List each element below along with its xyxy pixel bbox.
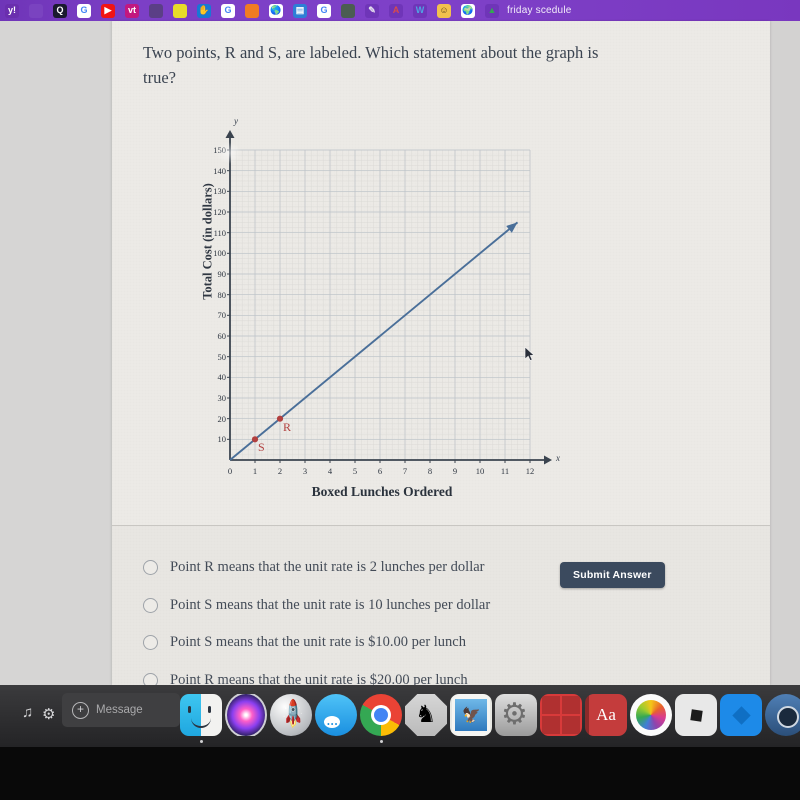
x-tick-11: 11: [500, 466, 510, 476]
y-tick-80: 80: [217, 289, 227, 300]
roblox-icon[interactable]: [675, 694, 717, 736]
y-tick-140: 140: [213, 165, 226, 176]
plot-area: [225, 130, 552, 465]
yahoo-favicon[interactable]: y!: [5, 3, 19, 18]
gear-icon[interactable]: ⚙: [42, 705, 55, 724]
message-placeholder: Message: [96, 704, 143, 716]
answer-options-panel: Point R means that the unit rate is 2 lu…: [112, 525, 770, 688]
coordinate-graph: Total Cost (in dollars) Boxed Lunches Or…: [172, 116, 672, 516]
y-tick-50: 50: [217, 351, 227, 362]
answer-option[interactable]: Point R means that the unit rate is 2 lu…: [143, 559, 485, 576]
x-tick-7: 7: [402, 466, 408, 476]
answer-option[interactable]: Point S means that the unit rate is 10 l…: [143, 597, 490, 614]
globe-favicon[interactable]: 🌎: [269, 3, 283, 18]
y-tick-10: 10: [217, 434, 227, 445]
pencil-favicon[interactable]: ✎: [365, 3, 379, 18]
x-tick-5: 5: [352, 466, 358, 476]
launchpad-icon[interactable]: 🚀: [270, 694, 312, 736]
submit-answer-button[interactable]: Submit Answer: [560, 562, 665, 588]
blue-diamond-app-icon[interactable]: [720, 694, 762, 736]
chess-icon[interactable]: ♞: [405, 694, 447, 736]
y-tick-30: 30: [217, 393, 227, 403]
headphones-icon[interactable]: ♫: [22, 705, 33, 722]
x-tick-8: 8: [427, 466, 433, 476]
answer-option-label: Point R means that the unit rate is 2 lu…: [170, 559, 485, 575]
swirl-favicon[interactable]: [341, 3, 355, 18]
screen: y! Q G ▶ vt ✋ G 🌎 ▤ G ✎ A W ☺ 🌍 ▲ friday scedule Two po…: [0, 0, 800, 800]
camera-app-icon[interactable]: [765, 694, 800, 736]
google-favicon-3[interactable]: G: [317, 3, 331, 18]
chrome-icon[interactable]: [360, 694, 402, 736]
dock-running-indicator: [200, 740, 203, 743]
blank-favicon[interactable]: [29, 3, 43, 18]
y-tick-150: 150: [213, 145, 226, 155]
y-tick-90: 90: [217, 269, 227, 279]
x-tick-9: 9: [452, 466, 458, 476]
photo-booth-icon[interactable]: [540, 694, 582, 736]
x-tick-1: 1: [252, 466, 258, 476]
x-tick-12: 12: [525, 466, 535, 476]
y-tick-20: 20: [217, 413, 227, 424]
add-icon[interactable]: +: [72, 701, 89, 719]
x-tick-3: 3: [302, 466, 308, 476]
question-text: Two points, R and S, are labeled. Which …: [143, 43, 599, 87]
finder-icon[interactable]: [180, 694, 222, 736]
colorful-squares-favicon[interactable]: [173, 3, 187, 18]
dock-band: ♫ ⚙ + Message 🚀 ••• ♞ 🦅 ⚙ Aa: [0, 685, 800, 800]
x-tick-6: 6: [377, 466, 383, 476]
quizlet-favicon[interactable]: Q: [53, 3, 67, 18]
answer-option-label: Point S means that the unit rate is $10.…: [170, 634, 466, 650]
y-tick-100: 100: [213, 248, 226, 259]
answer-option-label: Point S means that the unit rate is 10 l…: [170, 596, 491, 613]
youtube-favicon[interactable]: ▶: [101, 3, 115, 18]
mouse-cursor: [524, 346, 535, 362]
mail-icon[interactable]: 🦅: [450, 694, 492, 736]
y-tick-120: 120: [213, 207, 226, 217]
grid-favicon[interactable]: ▤: [293, 3, 307, 18]
radio-button[interactable]: [143, 597, 158, 613]
x-axis-letter: x: [556, 453, 560, 463]
x-tick-2: 2: [277, 466, 283, 476]
y-tick-40: 40: [217, 372, 227, 383]
messages-icon[interactable]: •••: [315, 694, 357, 736]
active-tab-title[interactable]: friday scedule: [507, 5, 572, 16]
message-input[interactable]: + Message: [62, 693, 180, 727]
hand-favicon[interactable]: ✋: [197, 3, 211, 18]
y-axis-letter: y: [234, 116, 238, 126]
google-favicon-2[interactable]: G: [221, 3, 235, 18]
google-favicon[interactable]: G: [77, 3, 91, 18]
point-label-S: S: [258, 440, 265, 455]
answer-option[interactable]: Point S means that the unit rate is $10.…: [143, 634, 466, 651]
desktop-background: Two points, R and S, are labeled. Which …: [0, 21, 800, 688]
photos-icon[interactable]: [630, 694, 672, 736]
dock[interactable]: ♫ ⚙ + Message 🚀 ••• ♞ 🦅 ⚙ Aa: [0, 685, 800, 747]
point-label-R: R: [283, 419, 292, 434]
vt-favicon[interactable]: vt: [125, 3, 139, 18]
red-a-favicon[interactable]: A: [389, 3, 403, 18]
y-tick-110: 110: [213, 227, 226, 238]
dictionary-icon[interactable]: Aa: [585, 694, 627, 736]
flame-favicon[interactable]: [245, 3, 259, 18]
y-tick-60: 60: [217, 331, 227, 341]
radio-button[interactable]: [143, 635, 158, 650]
x-tick-4: 4: [327, 466, 333, 476]
x-axis-label: Boxed Lunches Ordered: [311, 484, 453, 499]
x-tick-10: 10: [475, 466, 485, 476]
google-drive-favicon[interactable]: ▲: [485, 3, 499, 18]
x-tick-0: 0: [227, 466, 233, 476]
dock-running-indicator: [380, 740, 383, 743]
siri-icon[interactable]: [225, 694, 267, 736]
smiley-favicon[interactable]: ☺: [437, 3, 451, 18]
dark-circle-favicon[interactable]: [149, 3, 163, 18]
wikipedia-favicon[interactable]: W: [413, 3, 427, 18]
browser-tab-strip[interactable]: y! Q G ▶ vt ✋ G 🌎 ▤ G ✎ A W ☺ 🌍 ▲ friday scedule: [0, 0, 800, 21]
globe-favicon-2[interactable]: 🌍: [461, 3, 475, 18]
page-left-gutter: [0, 21, 112, 685]
radio-button[interactable]: [143, 560, 158, 575]
system-preferences-icon[interactable]: ⚙: [495, 694, 537, 736]
y-tick-130: 130: [213, 186, 226, 197]
y-tick-70: 70: [217, 310, 227, 321]
page-right-gutter: [770, 21, 800, 685]
